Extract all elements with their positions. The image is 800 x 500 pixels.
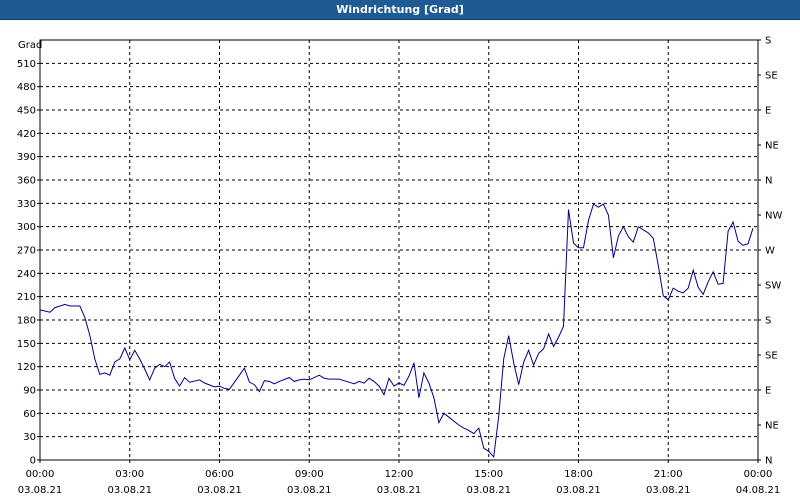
x-tick-date: 04.08.21 bbox=[736, 485, 781, 496]
y2-axis-ticks: N NE E SE S SW W NW N NE E SE S bbox=[758, 36, 782, 467]
y-tick-label: 450 bbox=[17, 106, 36, 117]
y-tick-label: 510 bbox=[17, 59, 36, 70]
y2-tick-label: S bbox=[765, 316, 771, 327]
y2-tick-label: N bbox=[765, 176, 772, 187]
y2-tick-label: E bbox=[765, 106, 771, 117]
x-tick-time: 18:00 bbox=[564, 469, 593, 480]
y2-tick-label: SE bbox=[765, 351, 778, 362]
x-axis-ticks: 00:00 03.08.21 03:00 03.08.21 06:00 03.08.21 0… bbox=[18, 460, 781, 496]
y-tick-label: 480 bbox=[17, 82, 36, 93]
x-tick-date: 03.08.21 bbox=[18, 485, 63, 496]
y-tick-label: 360 bbox=[17, 176, 36, 187]
y2-tick-label: E bbox=[765, 386, 771, 397]
y2-tick-label: NW bbox=[765, 211, 782, 222]
y-tick-label: 90 bbox=[23, 386, 36, 397]
y-tick-label: 60 bbox=[23, 409, 36, 420]
x-tick-date: 03.08.21 bbox=[287, 485, 332, 496]
y-tick-label: 150 bbox=[17, 339, 36, 350]
y2-tick-label: SE bbox=[765, 71, 778, 82]
wind-direction-chart: 0 30 60 90 120 150 180 210 240 270 300 330 360 390 420… bbox=[17, 36, 783, 497]
x-tick-time: 06:00 bbox=[205, 469, 234, 480]
x-tick-time: 00:00 bbox=[26, 469, 55, 480]
x-tick-date: 03.08.21 bbox=[556, 485, 601, 496]
x-tick-time: 03:00 bbox=[115, 469, 144, 480]
x-tick-date: 03.08.21 bbox=[377, 485, 422, 496]
y2-tick-label: N bbox=[765, 456, 772, 467]
y2-tick-label: NE bbox=[765, 421, 779, 432]
y-tick-label: 390 bbox=[17, 152, 36, 163]
x-tick-time: 15:00 bbox=[474, 469, 503, 480]
y-tick-label: 270 bbox=[17, 246, 36, 257]
y-tick-label: 420 bbox=[17, 129, 36, 140]
series-line-windrichtung bbox=[39, 203, 754, 459]
x-tick-date: 03.08.21 bbox=[466, 485, 511, 496]
y-tick-label: 120 bbox=[17, 362, 36, 373]
y-tick-label: 330 bbox=[17, 199, 36, 210]
x-tick-time: 09:00 bbox=[295, 469, 324, 480]
x-tick-time: 00:00 bbox=[744, 469, 773, 480]
y-axis-ticks: 0 30 60 90 120 150 180 210 240 270 300 330 360 390 420… bbox=[17, 59, 40, 467]
x-tick-date: 03.08.21 bbox=[107, 485, 152, 496]
x-tick-time: 12:00 bbox=[385, 469, 414, 480]
y-tick-label: 210 bbox=[17, 292, 36, 303]
x-tick-time: 21:00 bbox=[654, 469, 683, 480]
y-tick-label: 180 bbox=[17, 316, 36, 327]
x-tick-date: 03.08.21 bbox=[646, 485, 691, 496]
grid-lines bbox=[40, 40, 758, 460]
y2-tick-label: SW bbox=[765, 281, 781, 292]
y-tick-label: 300 bbox=[17, 222, 36, 233]
y-tick-label: 0 bbox=[30, 456, 36, 467]
x-tick-date: 03.08.21 bbox=[197, 485, 242, 496]
y-tick-label: 30 bbox=[23, 432, 36, 443]
y2-tick-label: NE bbox=[765, 141, 779, 152]
y-tick-label: 240 bbox=[17, 269, 36, 280]
y2-tick-label: S bbox=[765, 36, 771, 47]
y2-tick-label: W bbox=[765, 246, 775, 257]
y-axis-label: Grad bbox=[18, 40, 42, 51]
